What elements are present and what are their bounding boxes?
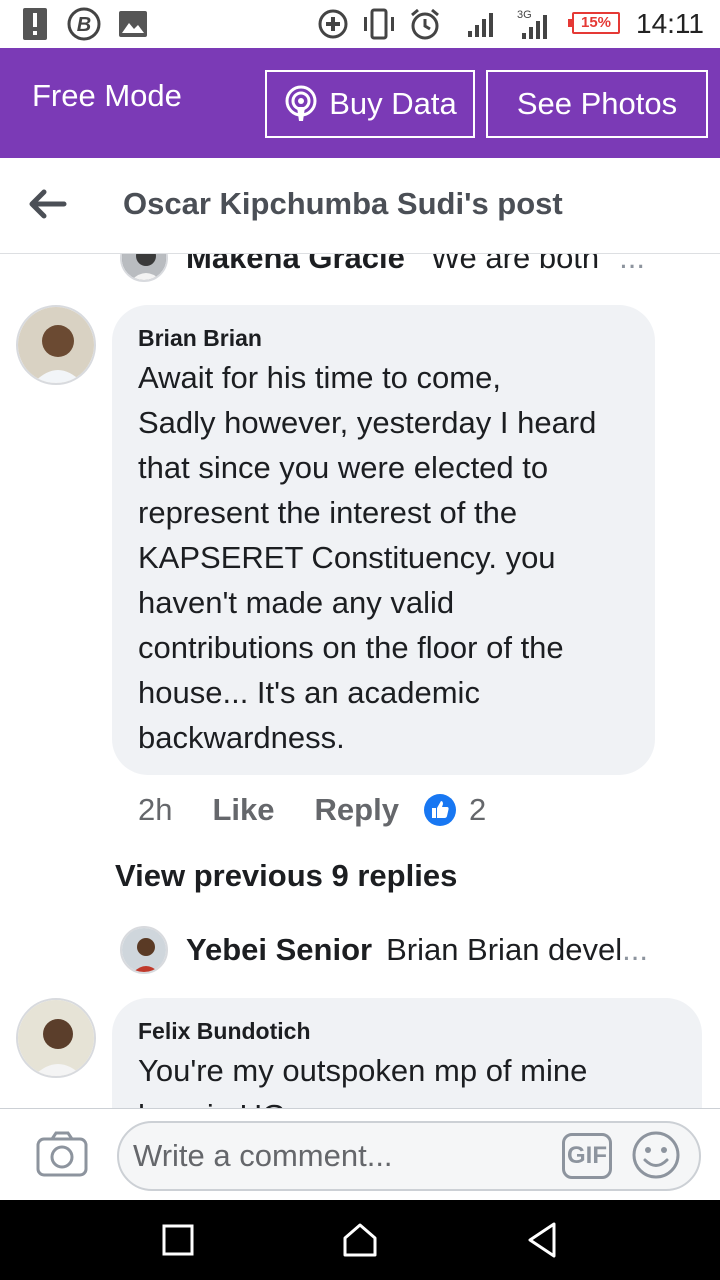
recents-button[interactable] — [158, 1220, 198, 1260]
free-mode-bar: Free Mode Buy Data See Photos — [0, 48, 720, 158]
comment-line: Await for his time to come, — [138, 360, 501, 395]
battery-level: 15% — [580, 14, 612, 31]
reply-button[interactable]: Reply — [315, 792, 399, 828]
page-title: Oscar Kipchumba Sudi's post — [123, 186, 563, 221]
comment-actions: 2h Like Reply 2 — [138, 790, 486, 830]
avatar[interactable] — [16, 998, 96, 1078]
reaction-count: 2 — [468, 792, 487, 827]
comment-line: backwardness. — [138, 720, 345, 755]
gif-icon[interactable]: GIF — [562, 1133, 612, 1179]
reply-author[interactable]: Makena Gracie — [186, 254, 405, 276]
data-saver-icon — [316, 6, 350, 42]
comment-text: Await for his time to come, Sadly howeve… — [138, 355, 648, 760]
b-app-icon: B — [66, 6, 102, 42]
comment-line: You're my outspoken mp of mine — [138, 1053, 588, 1088]
post-header: Oscar Kipchumba Sudi's post — [0, 158, 720, 254]
mode-label: Free Mode — [32, 78, 182, 113]
comment-line: contributions on the floor of the — [138, 630, 564, 665]
comments-list: Makena Gracie We are both ... Brian Bria… — [0, 254, 720, 1108]
status-bar: B 3G 15% 14:11 — [0, 0, 720, 48]
avatar[interactable] — [120, 254, 168, 282]
comment-bubble[interactable]: Felix Bundotich You're my outspoken mp o… — [112, 998, 702, 1108]
back-button[interactable] — [522, 1220, 562, 1260]
svg-text:3G: 3G — [517, 9, 532, 21]
comment-text: You're my outspoken mp of mine ham in UG — [138, 1048, 698, 1108]
camera-icon[interactable] — [36, 1131, 88, 1182]
signal-3g-icon: 3G — [516, 6, 552, 42]
like-reaction-icon — [423, 794, 456, 826]
like-button[interactable]: Like — [212, 792, 274, 828]
buy-data-label: Buy Data — [329, 86, 457, 121]
comment-line: KAPSERET Constituency. you — [138, 540, 556, 575]
system-nav-bar — [0, 1200, 720, 1280]
view-previous-replies-link[interactable]: View previous 9 replies — [115, 858, 457, 894]
comment-line: represent the interest of the — [138, 495, 518, 530]
comment-bubble[interactable]: Brian Brian Await for his time to come, … — [112, 305, 655, 775]
reply-text: We are both — [430, 254, 600, 275]
podcast-icon — [285, 85, 317, 121]
more-ellipsis: ... — [619, 254, 646, 275]
vibrate-icon — [360, 6, 398, 42]
status-time: 14:11 — [636, 8, 704, 39]
buy-data-button[interactable]: Buy Data — [265, 70, 475, 138]
more-ellipsis: ... — [622, 932, 648, 967]
comment-line: Sadly however, yesterday I heard — [138, 405, 597, 440]
comment-author[interactable]: Brian Brian — [138, 325, 262, 352]
alarm-icon — [408, 6, 442, 42]
avatar[interactable] — [120, 926, 168, 974]
comment-line: haven't made any valid — [138, 585, 455, 620]
warning-icon — [22, 6, 48, 42]
reply-author[interactable]: Yebei Senior — [186, 932, 372, 968]
avatar[interactable] — [16, 305, 96, 385]
image-icon — [118, 6, 148, 42]
battery-icon: 15% — [568, 12, 620, 34]
see-photos-label: See Photos — [516, 86, 678, 121]
reply-text: Brian Brian devel — [386, 932, 623, 967]
reactions[interactable]: 2 — [423, 792, 486, 828]
reply-preview[interactable]: Yebei Senior Brian Brian devel... — [186, 930, 648, 970]
svg-text:B: B — [77, 14, 91, 36]
comment-line: that since you were elected to — [138, 450, 549, 485]
reply-preview[interactable]: Makena Gracie We are both ... — [186, 254, 645, 278]
comment-line: ham in UG — [138, 1093, 698, 1108]
signal-icon — [466, 6, 496, 42]
comment-author[interactable]: Felix Bundotich — [138, 1018, 311, 1045]
comment-input[interactable] — [117, 1121, 701, 1191]
emoji-icon[interactable] — [630, 1129, 682, 1186]
comment-time[interactable]: 2h — [138, 792, 172, 828]
comment-composer: GIF — [0, 1108, 720, 1200]
comment-line: house... It's an academic — [138, 675, 480, 710]
home-button[interactable] — [340, 1220, 380, 1260]
back-arrow-icon[interactable] — [28, 184, 68, 224]
see-photos-button[interactable]: See Photos — [486, 70, 708, 138]
